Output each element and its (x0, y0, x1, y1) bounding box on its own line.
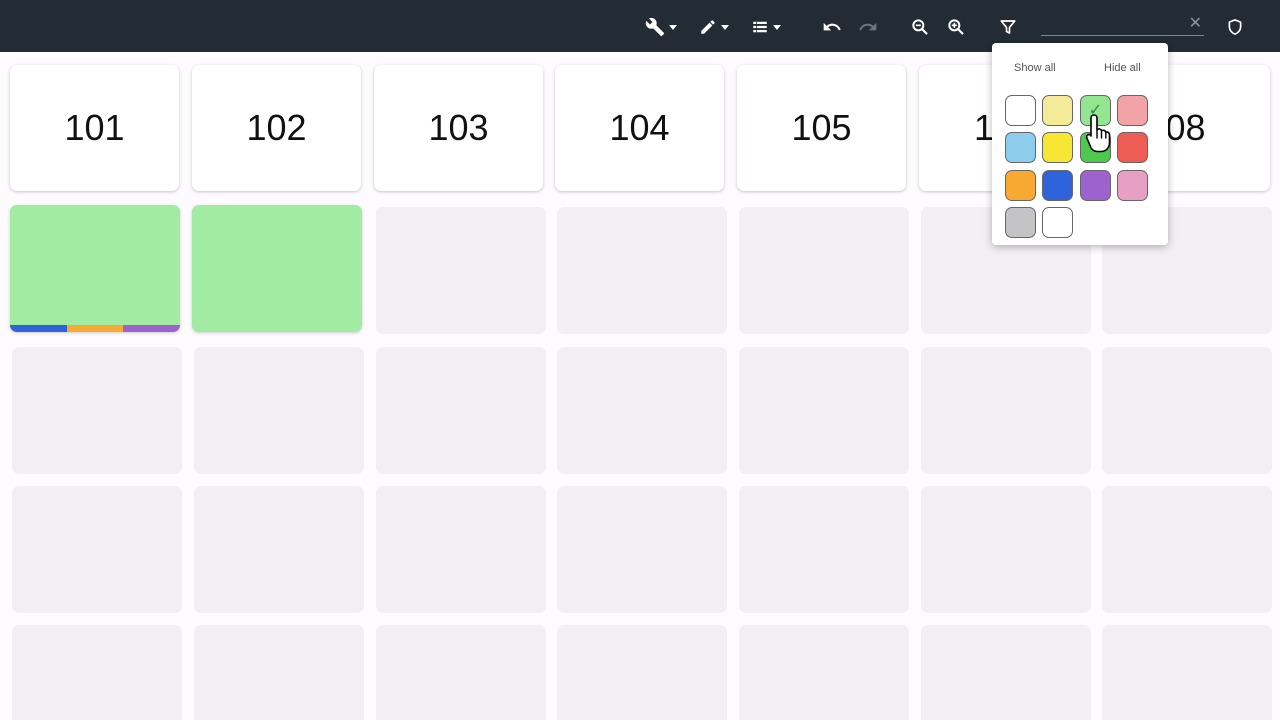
color-swatch[interactable] (1080, 170, 1111, 201)
empty-card[interactable] (1102, 625, 1272, 720)
card-number: 104 (609, 107, 670, 148)
empty-card[interactable] (557, 486, 727, 613)
empty-card[interactable] (921, 625, 1091, 720)
chevron-down-icon (669, 24, 677, 30)
card-number: 101 (64, 107, 125, 148)
undo-button[interactable] (822, 14, 842, 40)
undo-icon (823, 22, 841, 31)
color-filter-popup: Show all Hide all ✓ (992, 43, 1168, 245)
header-card[interactable]: 103 (374, 65, 543, 191)
empty-card[interactable] (12, 486, 182, 613)
color-swatch[interactable] (1117, 170, 1148, 201)
chevron-down-icon (773, 24, 781, 30)
list-icon (753, 21, 767, 33)
purple-tag (123, 325, 180, 332)
empty-card[interactable] (1102, 486, 1272, 613)
empty-card[interactable] (194, 625, 364, 720)
header-card[interactable]: 105 (737, 65, 906, 191)
empty-card[interactable] (557, 347, 727, 474)
card-number: 08 (1165, 107, 1206, 148)
pencil-icon (701, 20, 715, 34)
empty-card[interactable] (376, 207, 546, 334)
hand-cursor-icon (1085, 114, 1111, 153)
empty-card[interactable] (194, 347, 364, 474)
redo-icon (859, 22, 877, 31)
color-swatch[interactable] (1042, 132, 1073, 163)
colored-card[interactable] (192, 205, 362, 332)
zoom-out-icon (912, 19, 928, 35)
shield-icon (1228, 19, 1242, 35)
empty-card[interactable] (194, 486, 364, 613)
empty-card[interactable] (12, 625, 182, 720)
blue-tag (10, 325, 67, 332)
filter-icon (1000, 20, 1016, 34)
empty-card[interactable] (739, 347, 909, 474)
empty-card[interactable] (376, 486, 546, 613)
wrench-icon (645, 17, 665, 37)
empty-card[interactable] (921, 486, 1091, 613)
color-swatch[interactable] (1005, 207, 1036, 238)
color-swatch[interactable] (1042, 207, 1073, 238)
color-swatch[interactable] (1005, 132, 1036, 163)
empty-card[interactable] (921, 347, 1091, 474)
zoom-in-icon (948, 19, 964, 35)
orange-tag (66, 325, 124, 332)
search-field: ✕ (1041, 14, 1204, 36)
empty-card[interactable] (1102, 347, 1272, 474)
hide-all-button[interactable]: Hide all (1104, 62, 1141, 74)
color-swatch[interactable] (1042, 170, 1073, 201)
card-number: 105 (791, 107, 852, 148)
search-input[interactable] (1041, 14, 1181, 34)
colored-card[interactable] (10, 205, 180, 332)
empty-card[interactable] (739, 207, 909, 334)
show-all-button[interactable]: Show all (1014, 62, 1056, 74)
view-menu-button[interactable] (751, 14, 781, 40)
header-card[interactable]: 101 (10, 65, 179, 191)
zoom-out-button[interactable] (910, 14, 930, 40)
empty-card[interactable] (739, 486, 909, 613)
color-swatch[interactable] (1117, 95, 1148, 126)
tools-menu-button[interactable] (645, 14, 677, 40)
color-tags-stripe (10, 325, 180, 332)
redo-button[interactable] (858, 14, 878, 40)
chevron-down-icon (721, 24, 729, 30)
filter-button[interactable] (999, 14, 1017, 40)
empty-card[interactable] (557, 207, 727, 334)
color-swatch[interactable] (1005, 170, 1036, 201)
edit-menu-button[interactable] (699, 14, 729, 40)
card-number: 103 (428, 107, 489, 148)
empty-card[interactable] (376, 625, 546, 720)
empty-card[interactable] (739, 625, 909, 720)
empty-card[interactable] (376, 347, 546, 474)
color-swatch[interactable] (1117, 132, 1148, 163)
shield-button[interactable] (1226, 14, 1244, 40)
clear-search-button[interactable]: ✕ (1189, 14, 1202, 34)
header-card[interactable]: 102 (192, 65, 361, 191)
zoom-in-button[interactable] (946, 14, 966, 40)
color-swatch[interactable] (1005, 95, 1036, 126)
header-card[interactable]: 104 (555, 65, 724, 191)
empty-card[interactable] (557, 625, 727, 720)
color-swatch[interactable] (1042, 95, 1073, 126)
card-number: 102 (246, 107, 307, 148)
empty-card[interactable] (12, 347, 182, 474)
